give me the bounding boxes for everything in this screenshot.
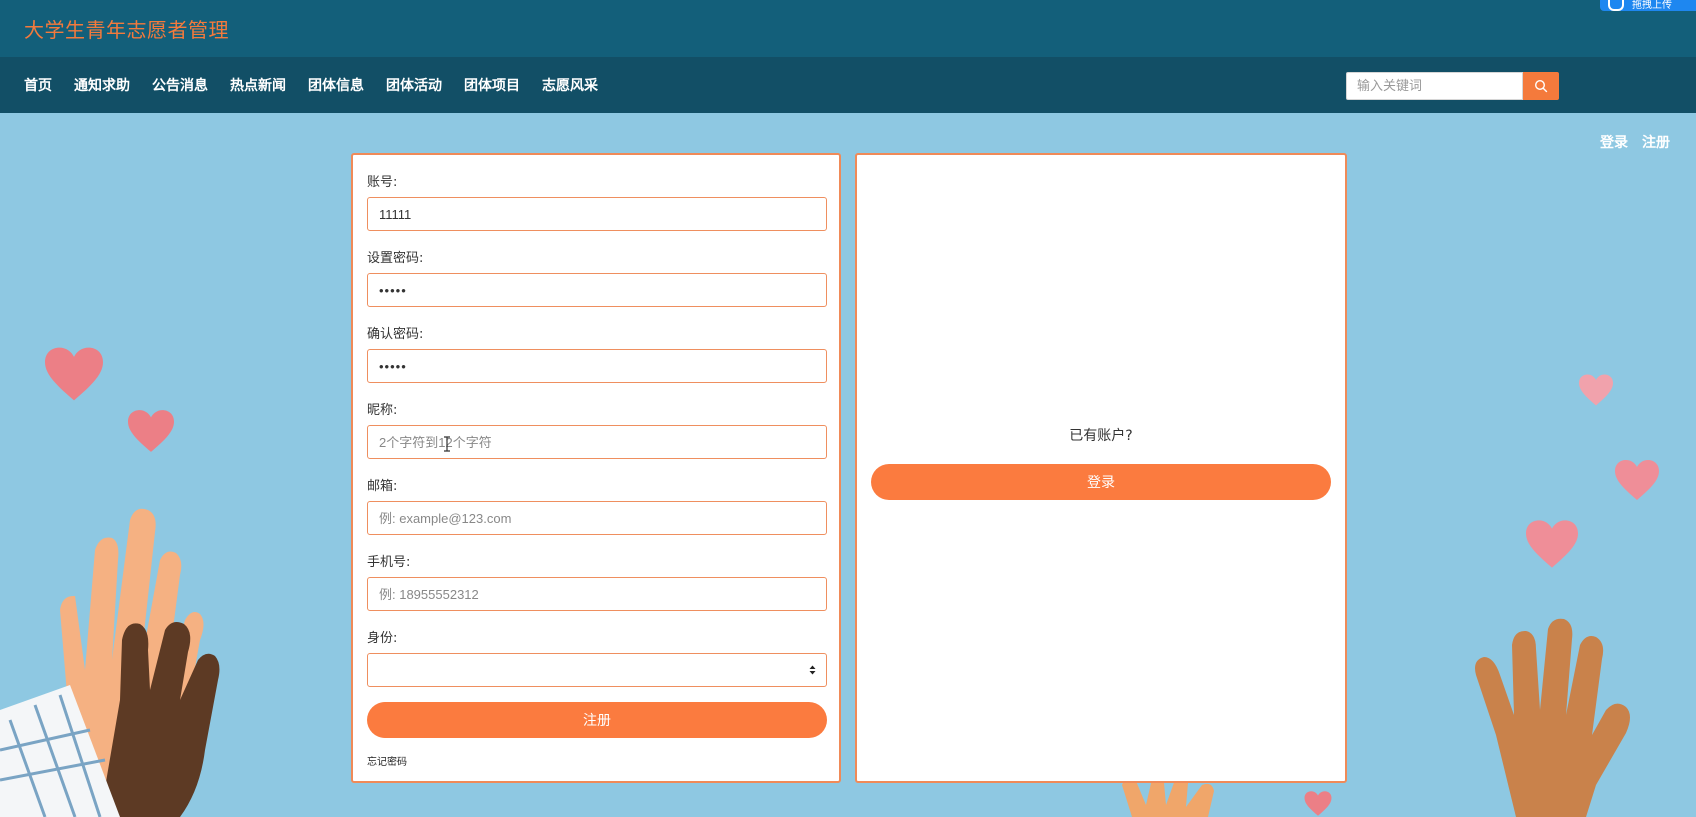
phone-label: 手机号: <box>367 555 411 570</box>
password-label: 设置密码: <box>367 251 424 266</box>
confirm-password-label: 确认密码: <box>367 327 424 342</box>
heart-icon <box>1615 460 1659 500</box>
phone-input[interactable] <box>367 577 827 611</box>
login-panel: 已有账户? 登录 <box>855 153 1347 783</box>
search-input[interactable] <box>1346 72 1523 100</box>
raised-hand-right-illustration <box>1475 618 1630 817</box>
upload-badge-label: 拖拽上传 <box>1632 0 1672 11</box>
confirm-password-input[interactable] <box>367 349 827 383</box>
nav-login-link[interactable]: 登录 <box>1600 132 1628 152</box>
nav-item-groups[interactable]: 团体信息 <box>308 75 364 95</box>
register-submit-button[interactable]: 注册 <box>367 702 827 738</box>
nav-item-news[interactable]: 热点新闻 <box>230 75 286 95</box>
nickname-label: 昵称: <box>367 403 398 418</box>
forgot-password-link[interactable]: 忘记密码 <box>367 753 407 768</box>
nav-item-projects[interactable]: 团体项目 <box>464 75 520 95</box>
raised-hands-left-illustration <box>0 508 220 817</box>
nav-item-notices[interactable]: 通知求助 <box>74 75 130 95</box>
nav-item-home[interactable]: 首页 <box>24 75 52 95</box>
heart-icon <box>1526 520 1578 568</box>
search-icon <box>1534 79 1548 93</box>
have-account-prompt: 已有账户? <box>1069 428 1133 444</box>
heart-icon <box>128 410 174 452</box>
heart-icon <box>45 347 103 401</box>
identity-select[interactable] <box>367 653 827 687</box>
login-button[interactable]: 登录 <box>871 464 1331 500</box>
email-input[interactable] <box>367 501 827 535</box>
nav-item-announcements[interactable]: 公告消息 <box>152 75 208 95</box>
text-cursor-icon <box>444 436 450 452</box>
upload-badge[interactable]: 拖拽上传 <box>1600 0 1696 11</box>
identity-label: 身份: <box>367 631 398 646</box>
nav-register-link[interactable]: 注册 <box>1642 132 1670 152</box>
nav-menu: 首页 通知求助 公告消息 热点新闻 团体信息 团体活动 团体项目 志愿风采 <box>24 57 598 113</box>
nickname-input[interactable] <box>367 425 827 459</box>
nav-item-activities[interactable]: 团体活动 <box>386 75 442 95</box>
search-button[interactable] <box>1523 72 1559 100</box>
account-label: 账号: <box>367 175 398 190</box>
register-panel: 账号: 设置密码: 确认密码: 昵称: 邮箱: 手机号: 身份: 注册 忘记密码 <box>351 153 841 783</box>
email-label: 邮箱: <box>367 479 398 494</box>
select-updown-icon <box>809 665 816 675</box>
heart-icon <box>1304 791 1332 816</box>
top-header: 大学生青年志愿者管理 <box>0 0 1696 57</box>
site-title: 大学生青年志愿者管理 <box>24 18 229 42</box>
nav-item-showcase[interactable]: 志愿风采 <box>542 75 598 95</box>
cloud-upload-icon <box>1608 0 1624 11</box>
heart-icon <box>1579 374 1613 406</box>
auth-links: 登录 注册 <box>1600 114 1670 170</box>
password-input[interactable] <box>367 273 827 307</box>
account-input[interactable] <box>367 197 827 231</box>
